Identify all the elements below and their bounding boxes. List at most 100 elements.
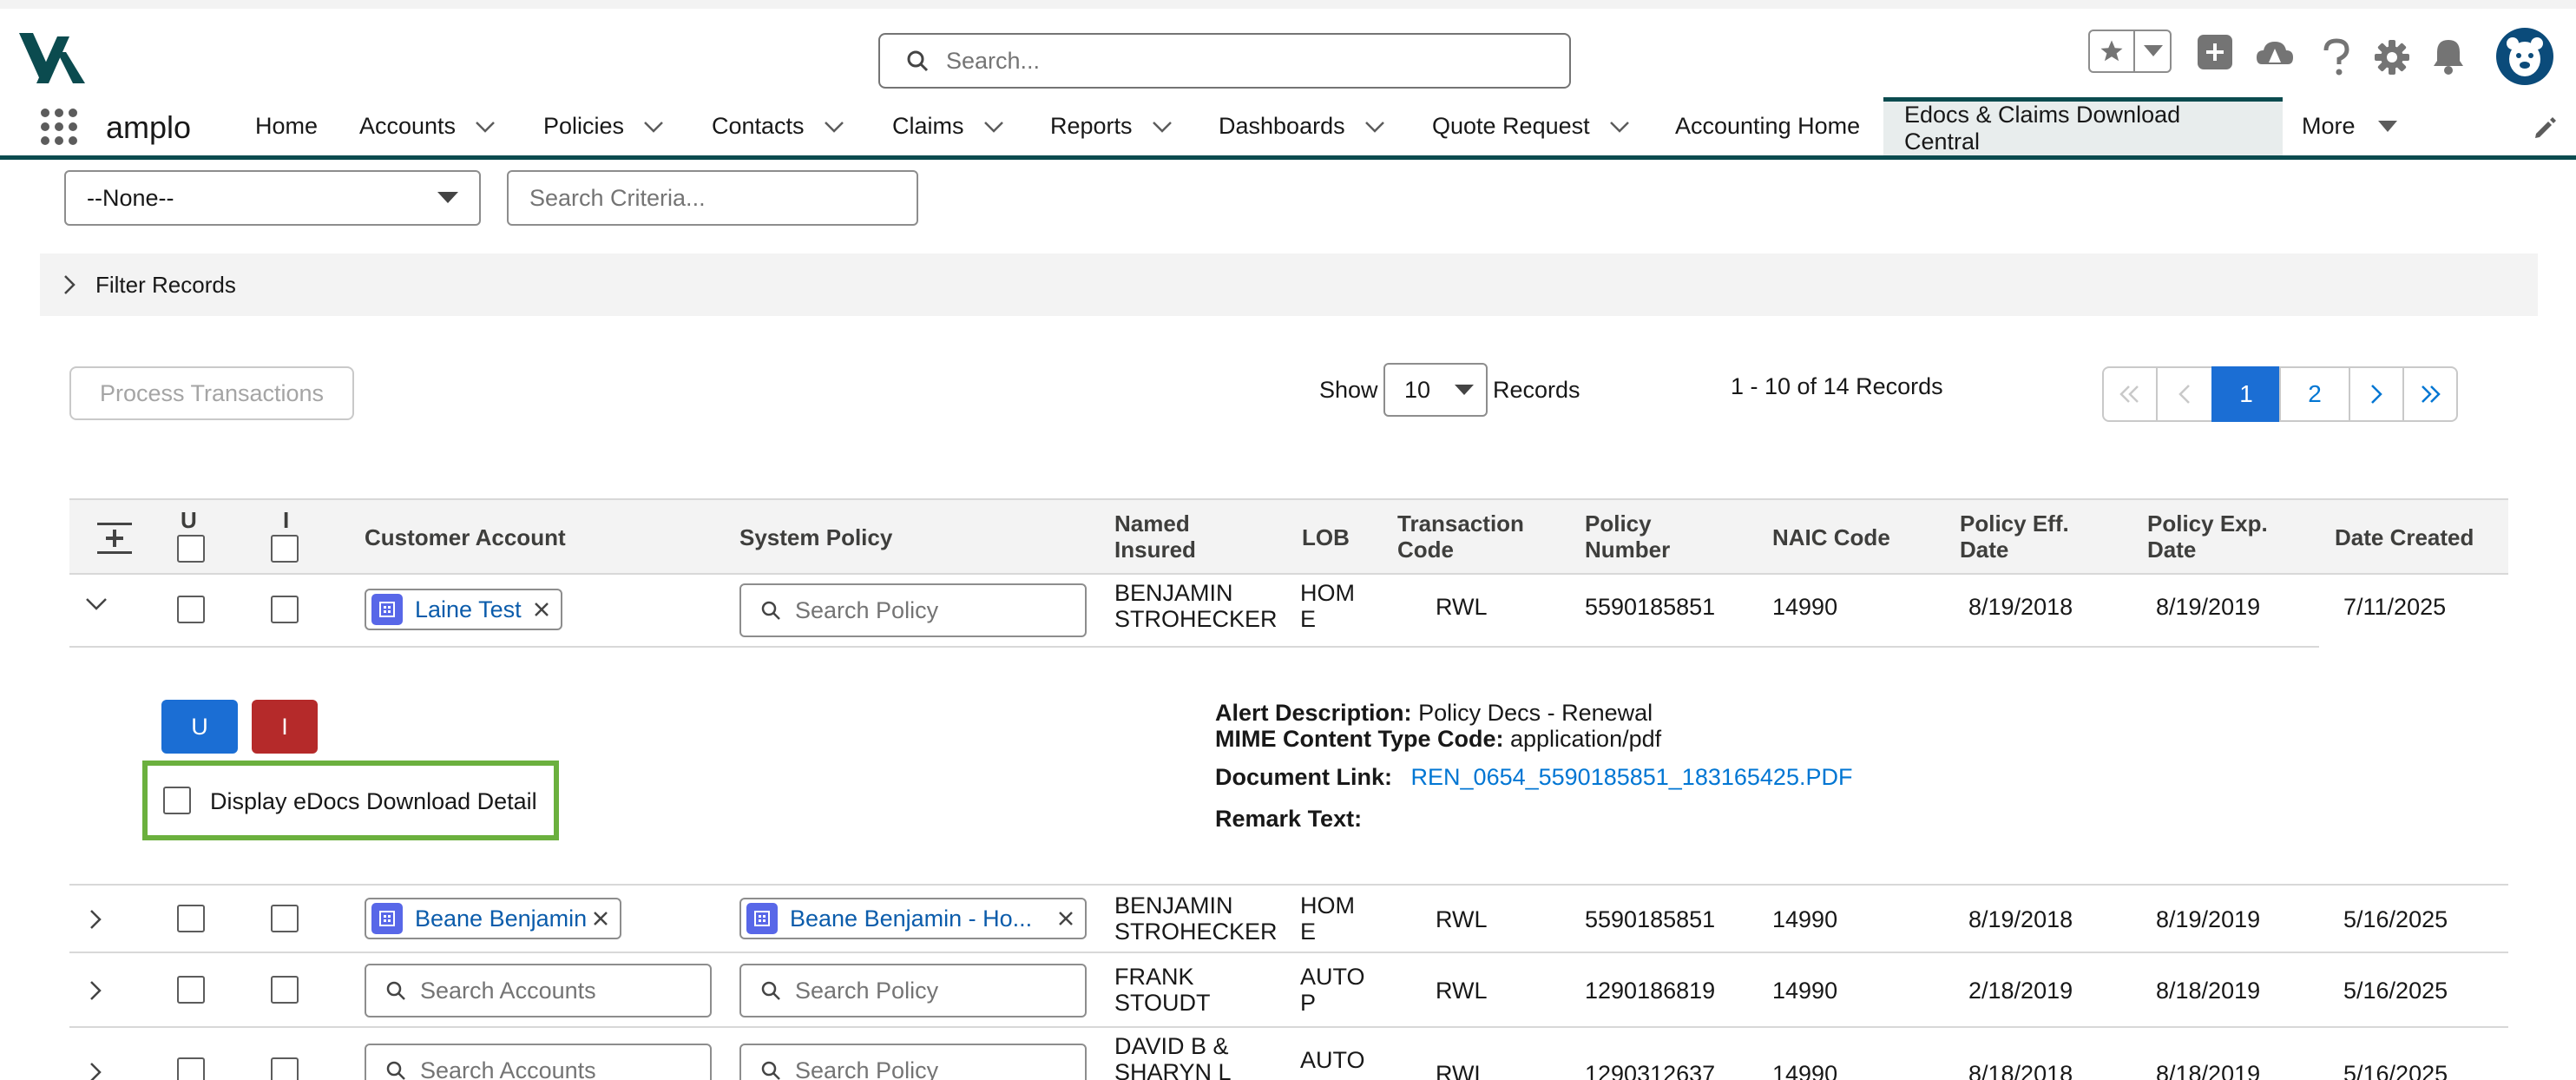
avatar[interactable] [2496, 28, 2553, 85]
caret-down-icon [1455, 385, 1474, 395]
last-page-button[interactable] [2402, 366, 2458, 422]
global-actions-button[interactable] [2198, 35, 2232, 69]
customer-account-link[interactable]: Laine Test [415, 596, 522, 623]
chevron-right-icon[interactable] [89, 979, 102, 1002]
chevron-down-icon[interactable] [643, 121, 664, 133]
close-icon[interactable] [1057, 910, 1074, 927]
nav-label: Reports [1050, 113, 1133, 139]
column-system-policy: System Policy [739, 524, 893, 550]
chevron-down-icon[interactable] [1609, 121, 1630, 133]
help-icon[interactable] [2321, 38, 2352, 76]
system-policy-search-input[interactable]: Search Policy [739, 583, 1087, 637]
nav-edocs-claims-download-central[interactable]: Edocs & Claims Download Central [1883, 97, 2283, 155]
edit-nav-pencil-icon[interactable] [2533, 116, 2557, 141]
nav-dashboards[interactable]: Dashboards [1219, 97, 1385, 155]
nav-label: Accounts [359, 113, 457, 139]
row-i-checkbox[interactable] [271, 596, 299, 623]
gear-icon[interactable] [2375, 40, 2409, 75]
trailhead-cloud-icon[interactable] [2255, 38, 2295, 73]
global-search-input[interactable]: Search... [878, 33, 1571, 89]
i-button[interactable]: I [252, 700, 318, 754]
first-page-button[interactable] [2102, 366, 2158, 422]
row-u-checkbox[interactable] [177, 905, 205, 932]
chevron-right-icon[interactable] [89, 908, 102, 931]
nav-accounting-home[interactable]: Accounting Home [1675, 97, 1860, 155]
chevron-down-icon[interactable] [85, 597, 108, 611]
caret-down-icon[interactable] [2377, 120, 2397, 133]
expand-all-icon[interactable] [97, 523, 132, 554]
row-u-checkbox[interactable] [177, 596, 205, 623]
nav-label: Claims [892, 113, 964, 139]
document-link-row: Document Link: REN_0654_5590185851_18316… [1215, 764, 1852, 791]
table-row: Beane Benjamin Beane Benjamin - Ho... BE… [0, 886, 2576, 953]
search-icon [907, 50, 929, 72]
nav-quote-request[interactable]: Quote Request [1432, 97, 1630, 155]
chevron-right-icon[interactable] [89, 1061, 102, 1080]
system-policy-link[interactable]: Beane Benjamin - Ho... [790, 905, 1032, 932]
process-transactions-button[interactable]: Process Transactions [69, 366, 354, 420]
filter-records-section[interactable]: Filter Records [40, 254, 2538, 316]
system-policy-search-input[interactable]: Search Policy [739, 1044, 1087, 1080]
next-page-button[interactable] [2349, 366, 2404, 422]
criteria-select[interactable]: --None-- [64, 170, 481, 226]
page-1-button[interactable]: 1 [2211, 366, 2281, 422]
header-line: Transaction [1397, 510, 1524, 537]
exp-date-cell: 8/19/2019 [2156, 906, 2261, 932]
header-line: Policy [1585, 510, 1652, 537]
system-policy-placeholder: Search Policy [795, 977, 939, 1004]
chevron-down-icon[interactable] [1152, 121, 1173, 133]
table-row: Search Accounts Search Policy DAVID B & … [0, 1028, 2576, 1080]
nav-policies[interactable]: Policies [543, 97, 664, 155]
nav-more[interactable]: More [2302, 97, 2397, 155]
amplo-logo-icon[interactable] [19, 33, 85, 83]
select-all-u-checkbox[interactable] [177, 535, 205, 563]
close-icon[interactable] [533, 601, 550, 618]
chevron-down-icon[interactable] [1364, 121, 1385, 133]
u-button[interactable]: U [161, 700, 238, 754]
previous-page-button[interactable] [2156, 366, 2213, 422]
chevron-down-icon[interactable] [824, 121, 844, 133]
row-i-checkbox[interactable] [271, 905, 299, 932]
chevron-down-icon[interactable] [983, 121, 1004, 133]
header-line: Policy Eff. [1960, 510, 2069, 537]
policy-number-cell: 5590185851 [1585, 906, 1716, 932]
chevron-down-icon[interactable] [475, 121, 496, 133]
display-edocs-detail-checkbox[interactable] [163, 787, 191, 814]
customer-account-pill[interactable]: Beane Benjamin [365, 898, 621, 939]
page-2-button[interactable]: 2 [2279, 366, 2350, 422]
nav-claims[interactable]: Claims [892, 97, 1004, 155]
customer-account-pill[interactable]: Laine Test [365, 589, 562, 630]
close-icon[interactable] [592, 910, 609, 927]
nav-label: Dashboards [1219, 113, 1345, 139]
cell-line: STROHECKER [1114, 919, 1278, 945]
customer-account-search-input[interactable]: Search Accounts [365, 964, 712, 1017]
customer-account-search-input[interactable]: Search Accounts [365, 1044, 712, 1080]
row-u-checkbox[interactable] [177, 1057, 205, 1080]
alert-description-value: Policy Decs - Renewal [1418, 700, 1653, 726]
app-launcher-icon[interactable] [40, 108, 78, 146]
system-policy-search-input[interactable]: Search Policy [739, 964, 1087, 1017]
nav-home[interactable]: Home [255, 97, 318, 155]
u-button-label: U [191, 713, 208, 740]
named-insured-cell: FRANK STOUDT [1114, 964, 1211, 1016]
page-number: 2 [2308, 380, 2322, 407]
system-policy-pill[interactable]: Beane Benjamin - Ho... [739, 898, 1087, 939]
customer-account-link[interactable]: Beane Benjamin [415, 905, 587, 932]
cell-line: HOM [1300, 892, 1355, 919]
page-size-select[interactable]: 10 [1383, 363, 1488, 417]
row-u-checkbox[interactable] [177, 976, 205, 1004]
notification-bell-icon[interactable] [2432, 38, 2465, 75]
naic-code-cell: 14990 [1772, 1061, 1838, 1080]
document-link[interactable]: REN_0654_5590185851_183165425.PDF [1411, 764, 1853, 790]
nav-reports[interactable]: Reports [1050, 97, 1173, 155]
select-all-i-checkbox[interactable] [271, 535, 299, 563]
column-u-header: U [181, 507, 197, 533]
favorites-button[interactable] [2088, 30, 2172, 73]
search-criteria-input[interactable]: Search Criteria... [507, 170, 918, 226]
nav-label: Home [255, 113, 319, 139]
nav-contacts[interactable]: Contacts [712, 97, 844, 155]
row-i-checkbox[interactable] [271, 1057, 299, 1080]
row-i-checkbox[interactable] [271, 976, 299, 1004]
nav-accounts[interactable]: Accounts [359, 97, 496, 155]
filter-records-label: Filter Records [95, 271, 236, 298]
